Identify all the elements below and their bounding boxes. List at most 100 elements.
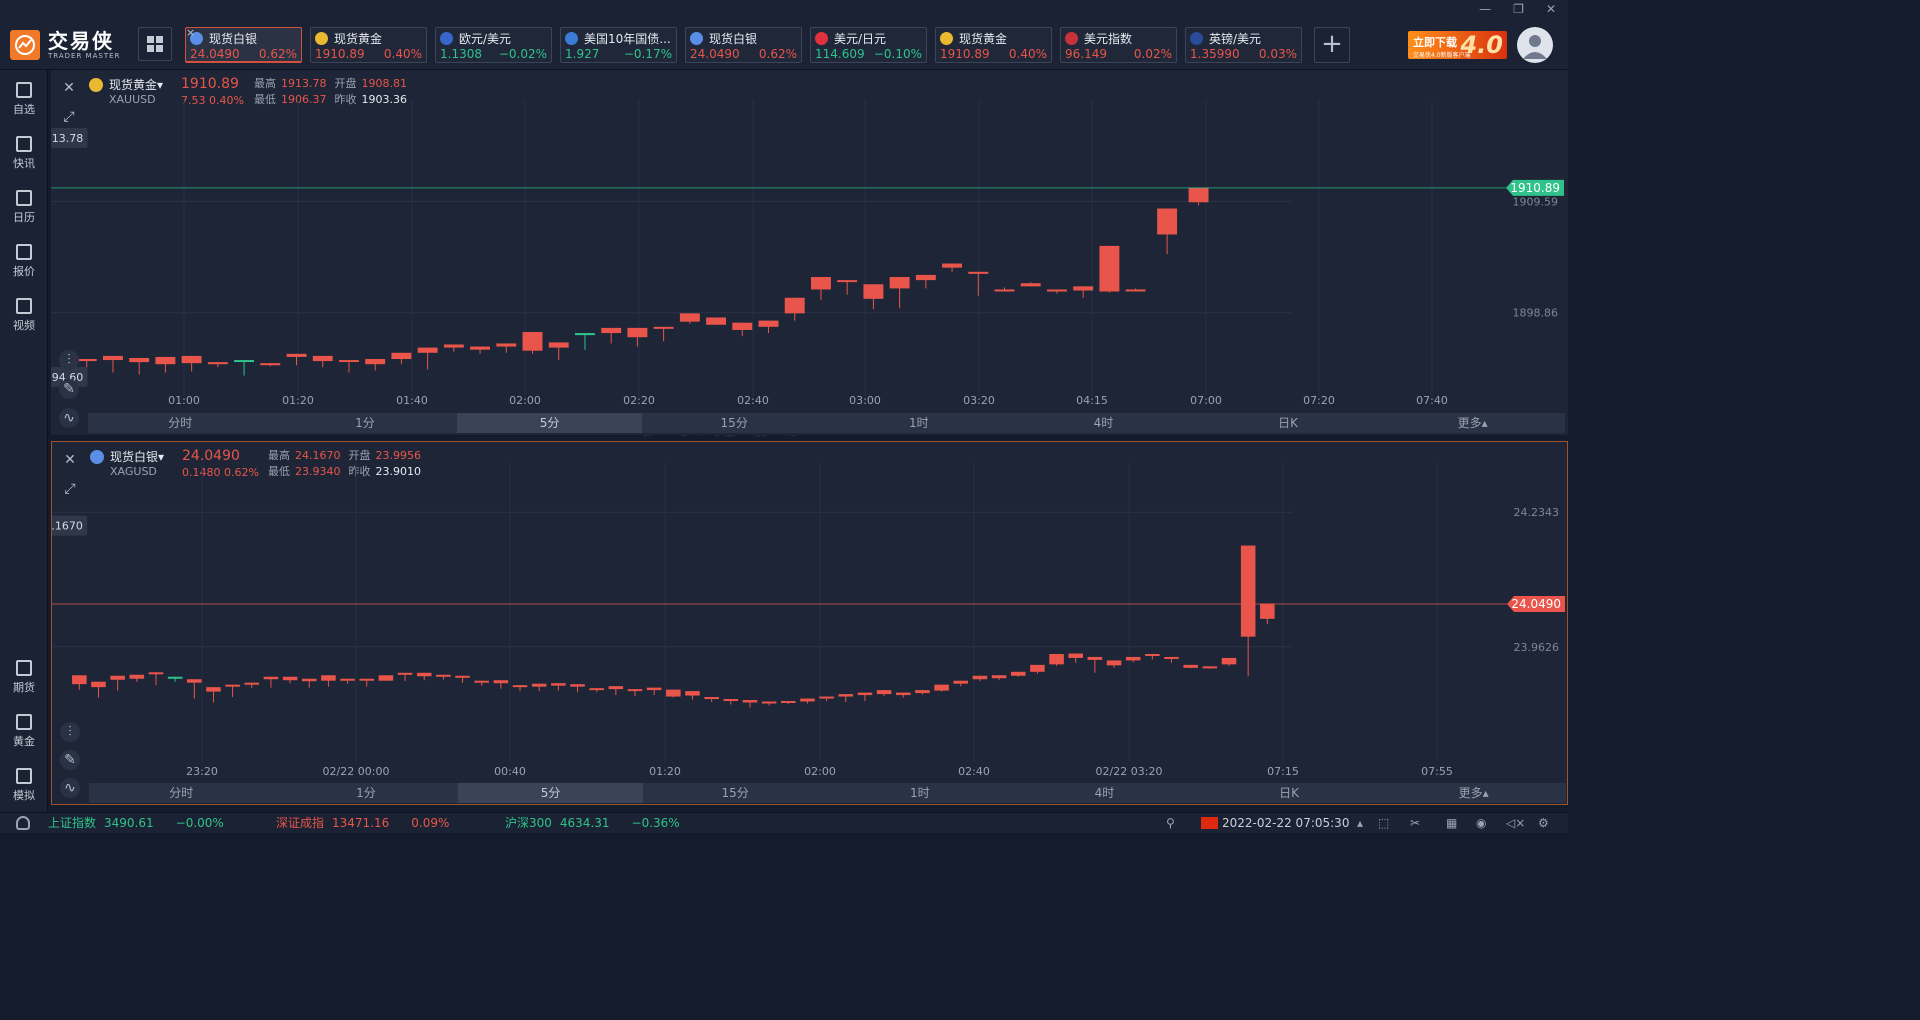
timeframe-tab[interactable]: 分时 — [88, 413, 273, 433]
candle — [838, 694, 854, 702]
index-label: 深证成指 — [276, 816, 325, 830]
candle — [889, 277, 910, 309]
sidebar-label: 黄金 — [13, 735, 35, 748]
sidebar-item[interactable]: 日历 — [0, 190, 48, 225]
add-ticker-button[interactable]: + — [1314, 27, 1350, 63]
market-index[interactable]: 上证指数 3490.61 −0.00% — [48, 813, 224, 833]
candle — [76, 359, 97, 368]
candle — [110, 675, 125, 691]
settings-icon[interactable]: ⚙ — [1538, 813, 1549, 833]
y-tick-label: 23.9626 — [1514, 641, 1560, 654]
close-window-button[interactable]: ✕ — [1546, 2, 1556, 16]
layout-grid-button[interactable] — [138, 27, 172, 61]
y-tick-label: 1898.86 — [1513, 307, 1559, 320]
sidebar-item[interactable]: 黄金 — [0, 714, 48, 749]
sidebar-item[interactable]: 视频 — [0, 298, 48, 333]
draw-pen-icon[interactable]: ✎ — [60, 750, 80, 770]
candle — [915, 274, 936, 289]
candle — [761, 701, 777, 706]
ticker-name: 现货黄金 — [315, 30, 422, 47]
sidebar-item[interactable]: 报价 — [0, 244, 48, 279]
candle — [321, 675, 336, 687]
logo-icon — [10, 30, 40, 60]
chart-type-icon[interactable]: ∿ — [60, 778, 80, 798]
timeframe-tab[interactable]: 日K — [1196, 413, 1381, 433]
sidebar-label: 快讯 — [13, 157, 35, 170]
ticker-change: 0.40% — [1008, 47, 1047, 61]
ticker-card[interactable]: 现货黄金 1910.89 0.40% — [935, 27, 1052, 63]
ticker-card[interactable]: 美元指数 96.149 0.02% — [1060, 27, 1177, 63]
chart-type-icon[interactable]: ∿ — [59, 408, 79, 428]
draw-pen-icon[interactable]: ✎ — [59, 379, 79, 399]
last-price-tag-text: 24.0490 — [1511, 597, 1561, 611]
candle — [91, 681, 106, 698]
grid-view-icon[interactable]: ▦ — [1446, 813, 1457, 833]
indicator-icon[interactable]: ⫶ — [60, 722, 80, 742]
timeframe-tab[interactable]: 4时 — [1012, 783, 1197, 803]
download-ad-banner[interactable]: 立即下载 交易侠4.0新版客户端 4.0 — [1408, 31, 1507, 59]
close-ticker-icon[interactable]: × — [186, 26, 195, 39]
headset-icon[interactable] — [16, 816, 30, 830]
timeframe-tab[interactable]: 15分 — [643, 783, 828, 803]
candlestick-chart[interactable]: 23:20 02/22 00:00 00:40 01:20 02:00 02:40 02/2… — [52, 442, 1568, 804]
close-chart-icon[interactable]: ✕ — [59, 78, 79, 98]
candle — [934, 684, 949, 692]
mute-icon[interactable]: ◁× — [1506, 813, 1525, 833]
candlestick-chart[interactable]: 01:00 01:20 01:40 02:00 02:20 02:40 03:00 03:20… — [51, 70, 1568, 435]
candle — [1125, 656, 1141, 663]
x-tick-label: 01:20 — [649, 765, 681, 778]
candle — [234, 360, 255, 376]
sidebar-item[interactable]: 快讯 — [0, 136, 48, 171]
timeframe-bar: 分时 1分 5分 15分 1时 4时 日K 更多▴ — [88, 413, 1565, 433]
timeframe-tab[interactable]: 更多▴ — [1380, 413, 1565, 433]
ticker-card[interactable]: 现货白银 24.0490 0.62% — [185, 27, 302, 63]
sidebar-item[interactable]: 自选 — [0, 82, 48, 117]
timeframe-tab[interactable]: 4时 — [1011, 413, 1196, 433]
timeframe-tab[interactable]: 1分 — [273, 413, 458, 433]
close-chart-icon[interactable]: ✕ — [60, 450, 80, 470]
ticker-card[interactable]: 美元/日元 114.609 −0.10% — [810, 27, 927, 63]
candle — [627, 689, 643, 697]
indicator-icon[interactable]: ⫶ — [59, 350, 79, 370]
timeframe-tab[interactable]: 分时 — [89, 783, 274, 803]
jp-flag-icon — [815, 32, 828, 45]
ticker-card[interactable]: 现货黄金 1910.89 0.40% — [310, 27, 427, 63]
timeframe-tab[interactable]: 1时 — [827, 413, 1012, 433]
candle — [470, 346, 491, 354]
camera-icon[interactable]: ◉ — [1476, 813, 1486, 833]
timeframe-tab[interactable]: 5分 — [458, 783, 643, 803]
timeframe-tab[interactable]: 15分 — [642, 413, 827, 433]
screenshot-icon[interactable]: ⬚ — [1378, 813, 1389, 833]
sidebar-item[interactable]: 期货 — [0, 660, 48, 695]
maximize-button[interactable]: ❐ — [1513, 2, 1524, 16]
timeframe-tab[interactable]: 日K — [1197, 783, 1382, 803]
candle — [627, 327, 648, 347]
candle — [72, 675, 87, 690]
market-index[interactable]: 深证成指 13471.16 0.09% — [276, 813, 449, 833]
ticker-name: 现货白银 — [190, 30, 297, 47]
ticker-card[interactable]: 欧元/美元 1.1308 −0.02% — [435, 27, 552, 63]
ticker-card[interactable]: 现货白银 24.0490 0.62% — [685, 27, 802, 63]
user-avatar[interactable] — [1517, 27, 1553, 63]
sidebar-item[interactable]: 模拟 — [0, 768, 48, 803]
ticker-price: 96.149 — [1065, 47, 1107, 61]
x-tick-label: 02/22 00:00 — [323, 765, 390, 778]
timeframe-tab[interactable]: 1时 — [828, 783, 1013, 803]
expand-icon[interactable]: ⤢ — [59, 107, 79, 127]
candle — [915, 690, 930, 695]
expand-icon[interactable]: ⤢ — [60, 479, 80, 499]
minimize-button[interactable]: — — [1479, 2, 1491, 16]
candle — [286, 353, 307, 366]
timeframe-tab[interactable]: 更多▴ — [1381, 783, 1566, 803]
ticker-card[interactable]: 美国10年国债... 1.927 −0.17% — [560, 27, 677, 63]
link-icon[interactable]: ⚲ — [1166, 813, 1175, 833]
ticker-card[interactable]: 英镑/美元 1.35990 0.03% — [1185, 27, 1302, 63]
timeframe-tab[interactable]: 5分 — [457, 413, 642, 433]
collapse-icon[interactable]: ▴ — [1357, 813, 1363, 833]
tools-icon[interactable]: ✂ — [1410, 813, 1420, 833]
ticker-values: 1.1308 −0.02% — [440, 47, 547, 62]
user-icon — [1523, 35, 1547, 59]
timeframe-tab[interactable]: 1分 — [274, 783, 459, 803]
market-index[interactable]: 沪深300 4634.31 −0.36% — [505, 813, 680, 833]
app-logo[interactable]: 交易侠 TRADER MASTER — [10, 30, 120, 60]
